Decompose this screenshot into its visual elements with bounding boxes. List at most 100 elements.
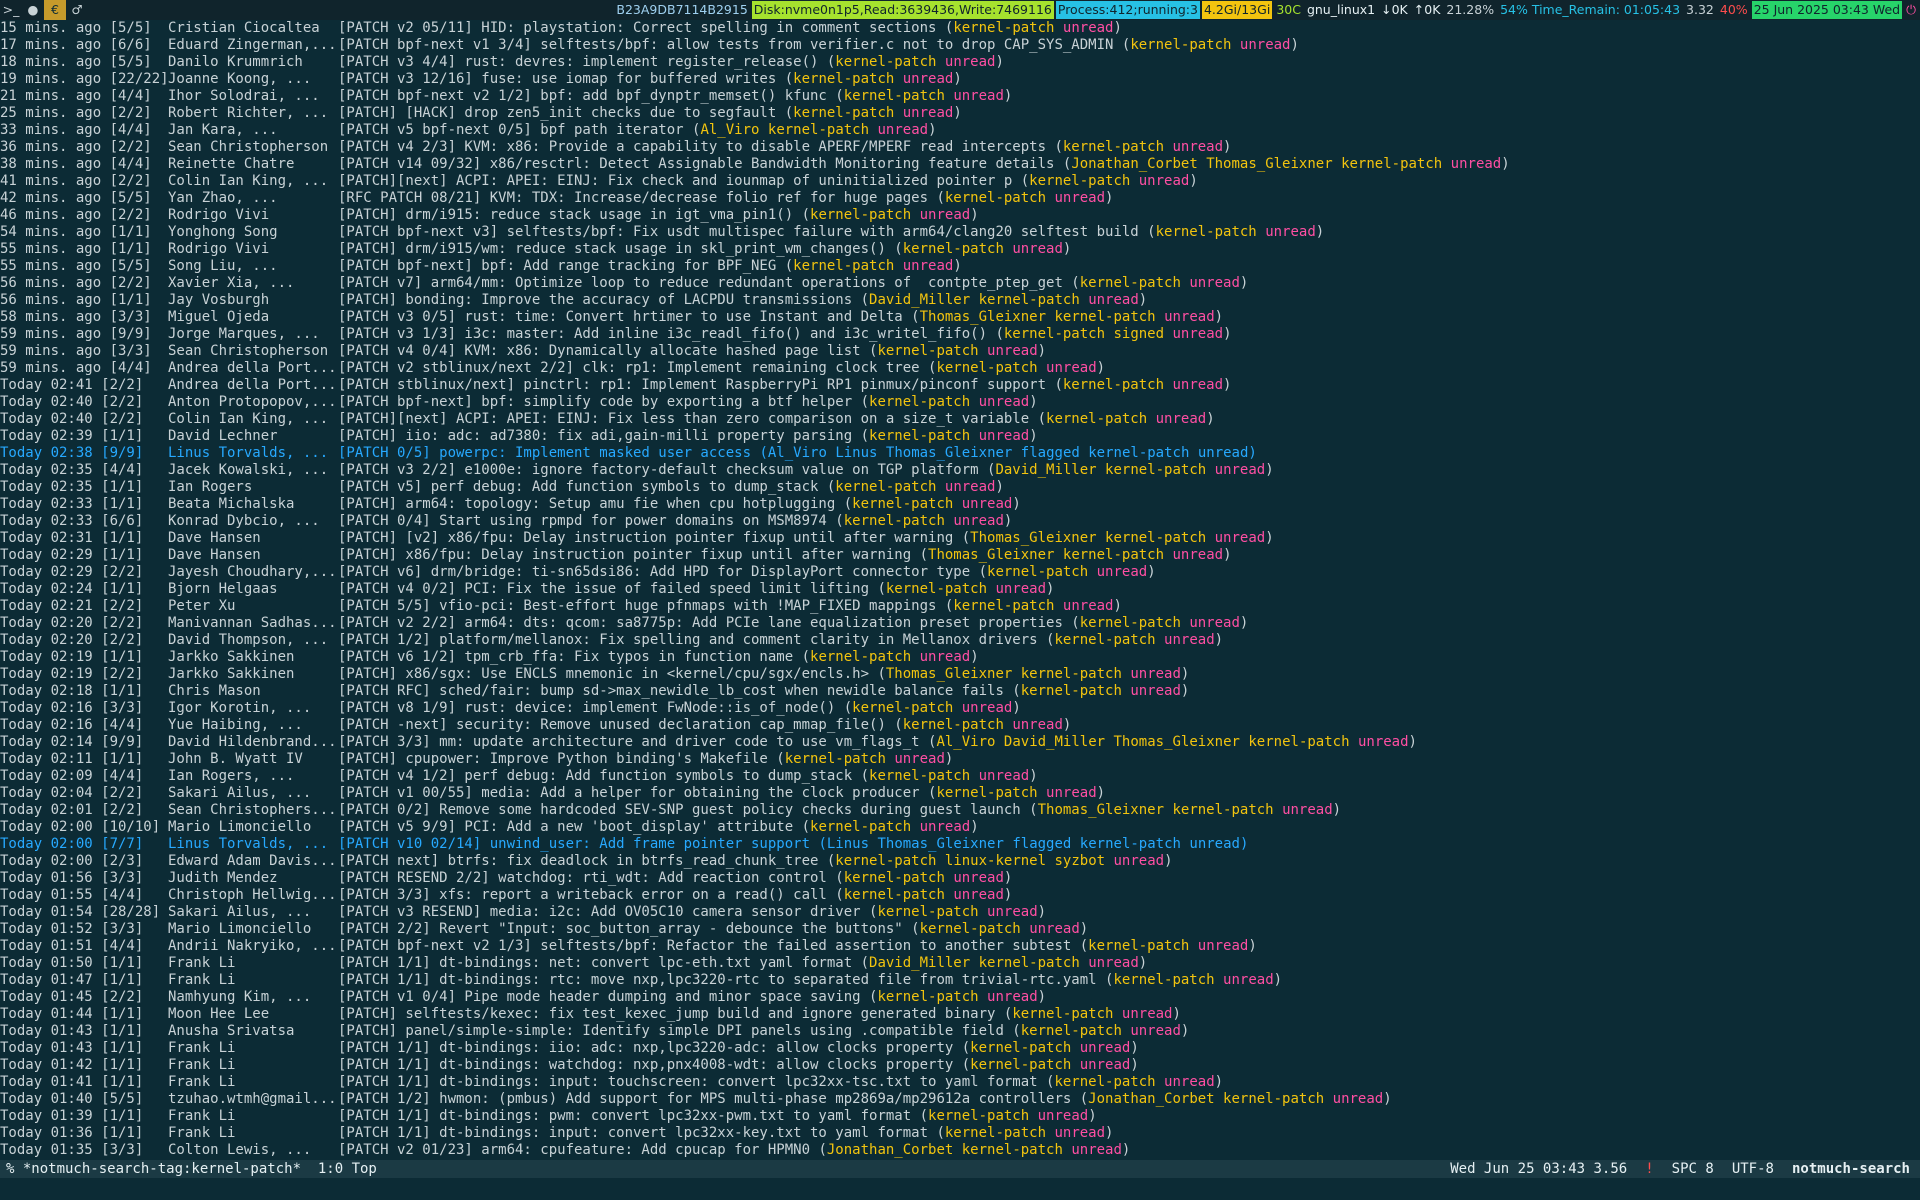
thread-row[interactable]: Today 02:00 [2/3] Edward Adam Davis... [PA…	[0, 853, 1920, 870]
thread-row[interactable]: Today 02:35 [1/1] Ian Rogers [PATCH v5] pe…	[0, 479, 1920, 496]
thread-row[interactable]: Today 02:16 [3/3] Igor Korotin, ... [PATCH…	[0, 700, 1920, 717]
tag-label: Thomas_Gleixner	[1113, 734, 1240, 750]
tag-label: kernel-patch	[1223, 1091, 1325, 1107]
tag-label: unread	[1164, 632, 1215, 648]
thread-row[interactable]: 15 mins. ago [5/5] Cristian Ciocaltea [PAT…	[0, 20, 1920, 37]
thread-row[interactable]: Today 01:52 [3/3] Mario Limonciello [PATCH…	[0, 921, 1920, 938]
thread-row[interactable]: Today 02:35 [4/4] Jacek Kowalski, ... [PAT…	[0, 462, 1920, 479]
thread-row[interactable]: 46 mins. ago [2/2] Rodrigo Vivi [PATCH] dr…	[0, 207, 1920, 224]
thread-row[interactable]: 54 mins. ago [1/1] Yonghong Song [PATCH bp…	[0, 224, 1920, 241]
thread-row[interactable]: Today 02:00 [7/7] Linus Torvalds, ... [PAT…	[0, 836, 1920, 853]
thread-row[interactable]: Today 02:40 [2/2] Anton Protopopov,... [PA…	[0, 394, 1920, 411]
thread-row[interactable]: Today 01:41 [1/1] Frank Li [PATCH 1/1] dt-…	[0, 1074, 1920, 1091]
thread-authors: Dave Hansen	[168, 547, 261, 563]
thread-date: Today 01:41 [1/1]	[0, 1074, 144, 1090]
thread-date: Today 02:11 [1/1]	[0, 751, 144, 767]
thread-row[interactable]: Today 02:20 [2/2] David Thompson, ... [PAT…	[0, 632, 1920, 649]
thread-authors: Ihor Solodrai, ...	[168, 88, 320, 104]
thread-row[interactable]: Today 01:51 [4/4] Andrii Nakryiko, ... [PA…	[0, 938, 1920, 955]
thread-row[interactable]: Today 02:01 [2/2] Sean Christophers... [PA…	[0, 802, 1920, 819]
thread-row[interactable]: 56 mins. ago [2/2] Xavier Xia, ... [PATCH …	[0, 275, 1920, 292]
thread-row[interactable]: 38 mins. ago [4/4] Reinette Chatre [PATCH …	[0, 156, 1920, 173]
thread-row[interactable]: Today 02:09 [4/4] Ian Rogers, ... [PATCH v…	[0, 768, 1920, 785]
thread-row[interactable]: 59 mins. ago [9/9] Jorge Marques, ... [PAT…	[0, 326, 1920, 343]
thread-date: 38 mins. ago [4/4]	[0, 156, 152, 172]
thread-tags: (kernel-patch unread)	[767, 751, 954, 767]
thread-row[interactable]: 19 mins. ago [22/22] Joanne Koong, ... [PA…	[0, 71, 1920, 88]
thread-subject: [PATCH] bonding: Improve the accuracy of…	[338, 292, 853, 308]
thread-row[interactable]: 59 mins. ago [3/3] Sean Christopherson [PA…	[0, 343, 1920, 360]
tag-label: Jonathan_Corbet	[826, 1142, 954, 1158]
thread-row[interactable]: Today 02:18 [1/1] Chris Mason [PATCH RFC] …	[0, 683, 1920, 700]
thread-row[interactable]: Today 02:39 [1/1] David Lechner [PATCH] ii…	[0, 428, 1920, 445]
thread-row[interactable]: Today 02:33 [1/1] Beata Michalska [PATCH] …	[0, 496, 1920, 513]
thread-row[interactable]: Today 01:45 [2/2] Namhyung Kim, ... [PATCH…	[0, 989, 1920, 1006]
thread-authors: Xavier Xia, ...	[168, 275, 295, 291]
thread-row[interactable]: Today 01:39 [1/1] Frank Li [PATCH 1/1] dt-…	[0, 1108, 1920, 1125]
tag-label: syzbot	[1054, 853, 1106, 869]
thread-row[interactable]: 18 mins. ago [5/5] Danilo Krummrich [PATCH…	[0, 54, 1920, 71]
thread-row[interactable]: Today 02:21 [2/2] Peter Xu [PATCH 5/5] vfi…	[0, 598, 1920, 615]
thread-row[interactable]: Today 01:43 [1/1] Frank Li [PATCH 1/1] dt-…	[0, 1040, 1920, 1057]
thread-row[interactable]: Today 01:44 [1/1] Moon Hee Lee [PATCH] sel…	[0, 1006, 1920, 1023]
thread-row[interactable]: Today 02:19 [2/2] Jarkko Sakkinen [PATCH] …	[0, 666, 1920, 683]
tag-label: unread	[1130, 683, 1181, 699]
thread-authors: Frank Li	[168, 1057, 236, 1073]
load-status: 3.32	[1686, 2, 1714, 17]
power-icon[interactable]: ⏻	[1904, 1, 1918, 19]
thread-row[interactable]: Today 02:29 [2/2] Jayesh Choudhary,... [PA…	[0, 564, 1920, 581]
thread-row[interactable]: Today 02:41 [2/2] Andrea della Port... [PA…	[0, 377, 1920, 394]
thread-row[interactable]: Today 02:11 [1/1] John B. Wyatt IV [PATCH]…	[0, 751, 1920, 768]
thread-row[interactable]: 55 mins. ago [5/5] Song Liu, ... [PATCH bp…	[0, 258, 1920, 275]
thread-date: 15 mins. ago [5/5]	[0, 20, 152, 36]
thread-date: Today 02:01 [2/2]	[0, 802, 144, 818]
thread-tags: (kernel-patch unread)	[928, 190, 1114, 206]
thread-authors: Linus Torvalds, ...	[168, 445, 329, 461]
thread-row[interactable]: Today 01:43 [1/1] Anusha Srivatsa [PATCH] …	[0, 1023, 1920, 1040]
thread-row[interactable]: 25 mins. ago [2/2] Robert Richter, ... [PA…	[0, 105, 1920, 122]
thread-row[interactable]: 41 mins. ago [2/2] Colin Ian King, ... [PA…	[0, 173, 1920, 190]
thread-row[interactable]: Today 02:19 [1/1] Jarkko Sakkinen [PATCH v…	[0, 649, 1920, 666]
thread-subject: [PATCH v3 2/2] e1000e: ignore factory-de…	[338, 462, 979, 478]
workspace-4[interactable]: ♂	[66, 0, 88, 20]
thread-row[interactable]: Today 02:20 [2/2] Manivannan Sadhas... [PA…	[0, 615, 1920, 632]
thread-row[interactable]: Today 01:40 [5/5] tzuhao.wtmh@gmail... [PA…	[0, 1091, 1920, 1108]
workspace-1[interactable]: >_	[0, 0, 22, 20]
thread-row[interactable]: Today 01:36 [1/1] Frank Li [PATCH 1/1] dt-…	[0, 1125, 1920, 1142]
temperature-status: 30C	[1276, 2, 1301, 17]
thread-row[interactable]: Today 02:31 [1/1] Dave Hansen [PATCH] [v2]…	[0, 530, 1920, 547]
thread-row[interactable]: Today 02:29 [1/1] Dave Hansen [PATCH] x86/…	[0, 547, 1920, 564]
thread-row[interactable]: Today 01:50 [1/1] Frank Li [PATCH 1/1] dt-…	[0, 955, 1920, 972]
thread-row[interactable]: 55 mins. ago [1/1] Rodrigo Vivi [PATCH] dr…	[0, 241, 1920, 258]
thread-tags: (kernel-patch unread)	[1046, 377, 1232, 393]
thread-row[interactable]: 21 mins. ago [4/4] Ihor Solodrai, ... [PAT…	[0, 88, 1920, 105]
thread-row[interactable]: Today 02:04 [2/2] Sakari Ailus, ... [PATCH…	[0, 785, 1920, 802]
thread-row[interactable]: Today 02:16 [4/4] Yue Haibing, ... [PATCH …	[0, 717, 1920, 734]
thread-tags: (kernel-patch signed unread)	[987, 326, 1232, 342]
thread-row[interactable]: Today 01:54 [28/28] Sakari Ailus, ... [PAT…	[0, 904, 1920, 921]
thread-row[interactable]: Today 01:42 [1/1] Frank Li [PATCH 1/1] dt-…	[0, 1057, 1920, 1074]
message-list[interactable]: 15 mins. ago [5/5] Cristian Ciocaltea [PAT…	[0, 20, 1920, 1160]
thread-row[interactable]: Today 01:56 [3/3] Judith Mendez [PATCH RES…	[0, 870, 1920, 887]
thread-row[interactable]: Today 01:55 [4/4] Christoph Hellwig... [PA…	[0, 887, 1920, 904]
workspace-switcher[interactable]: >_ ● € ♂	[0, 0, 88, 20]
thread-row[interactable]: 42 mins. ago [5/5] Yan Zhao, ... [RFC PATC…	[0, 190, 1920, 207]
workspace-3[interactable]: €	[44, 0, 66, 20]
thread-row[interactable]: 36 mins. ago [2/2] Sean Christopherson [PA…	[0, 139, 1920, 156]
thread-row[interactable]: 58 mins. ago [3/3] Miguel Ojeda [PATCH v3 …	[0, 309, 1920, 326]
thread-row[interactable]: Today 02:33 [6/6] Konrad Dybcio, ... [PATC…	[0, 513, 1920, 530]
thread-row[interactable]: Today 02:24 [1/1] Bjorn Helgaas [PATCH v4 …	[0, 581, 1920, 598]
thread-row[interactable]: Today 02:40 [2/2] Colin Ian King, ... [PAT…	[0, 411, 1920, 428]
thread-row[interactable]: 59 mins. ago [4/4] Andrea della Port... [P…	[0, 360, 1920, 377]
workspace-2[interactable]: ●	[22, 0, 44, 20]
thread-row[interactable]: Today 02:14 [9/9] David Hildenbrand... [PA…	[0, 734, 1920, 751]
thread-row[interactable]: Today 02:38 [9/9] Linus Torvalds, ... [PAT…	[0, 445, 1920, 462]
thread-row[interactable]: 33 mins. ago [4/4] Jan Kara, ... [PATCH v5…	[0, 122, 1920, 139]
thread-row[interactable]: 17 mins. ago [6/6] Eduard Zingerman,... [P…	[0, 37, 1920, 54]
thread-row[interactable]: 56 mins. ago [1/1] Jay Vosburgh [PATCH] bo…	[0, 292, 1920, 309]
thread-row[interactable]: Today 01:35 [3/3] Colton Lewis, ... [PATCH…	[0, 1142, 1920, 1159]
thread-authors: Andrii Nakryiko, ...	[168, 938, 337, 954]
thread-date: 42 mins. ago [5/5]	[0, 190, 152, 206]
thread-row[interactable]: Today 02:00 [10/10] Mario Limonciello [PAT…	[0, 819, 1920, 836]
thread-row[interactable]: Today 01:47 [1/1] Frank Li [PATCH 1/1] dt-…	[0, 972, 1920, 989]
